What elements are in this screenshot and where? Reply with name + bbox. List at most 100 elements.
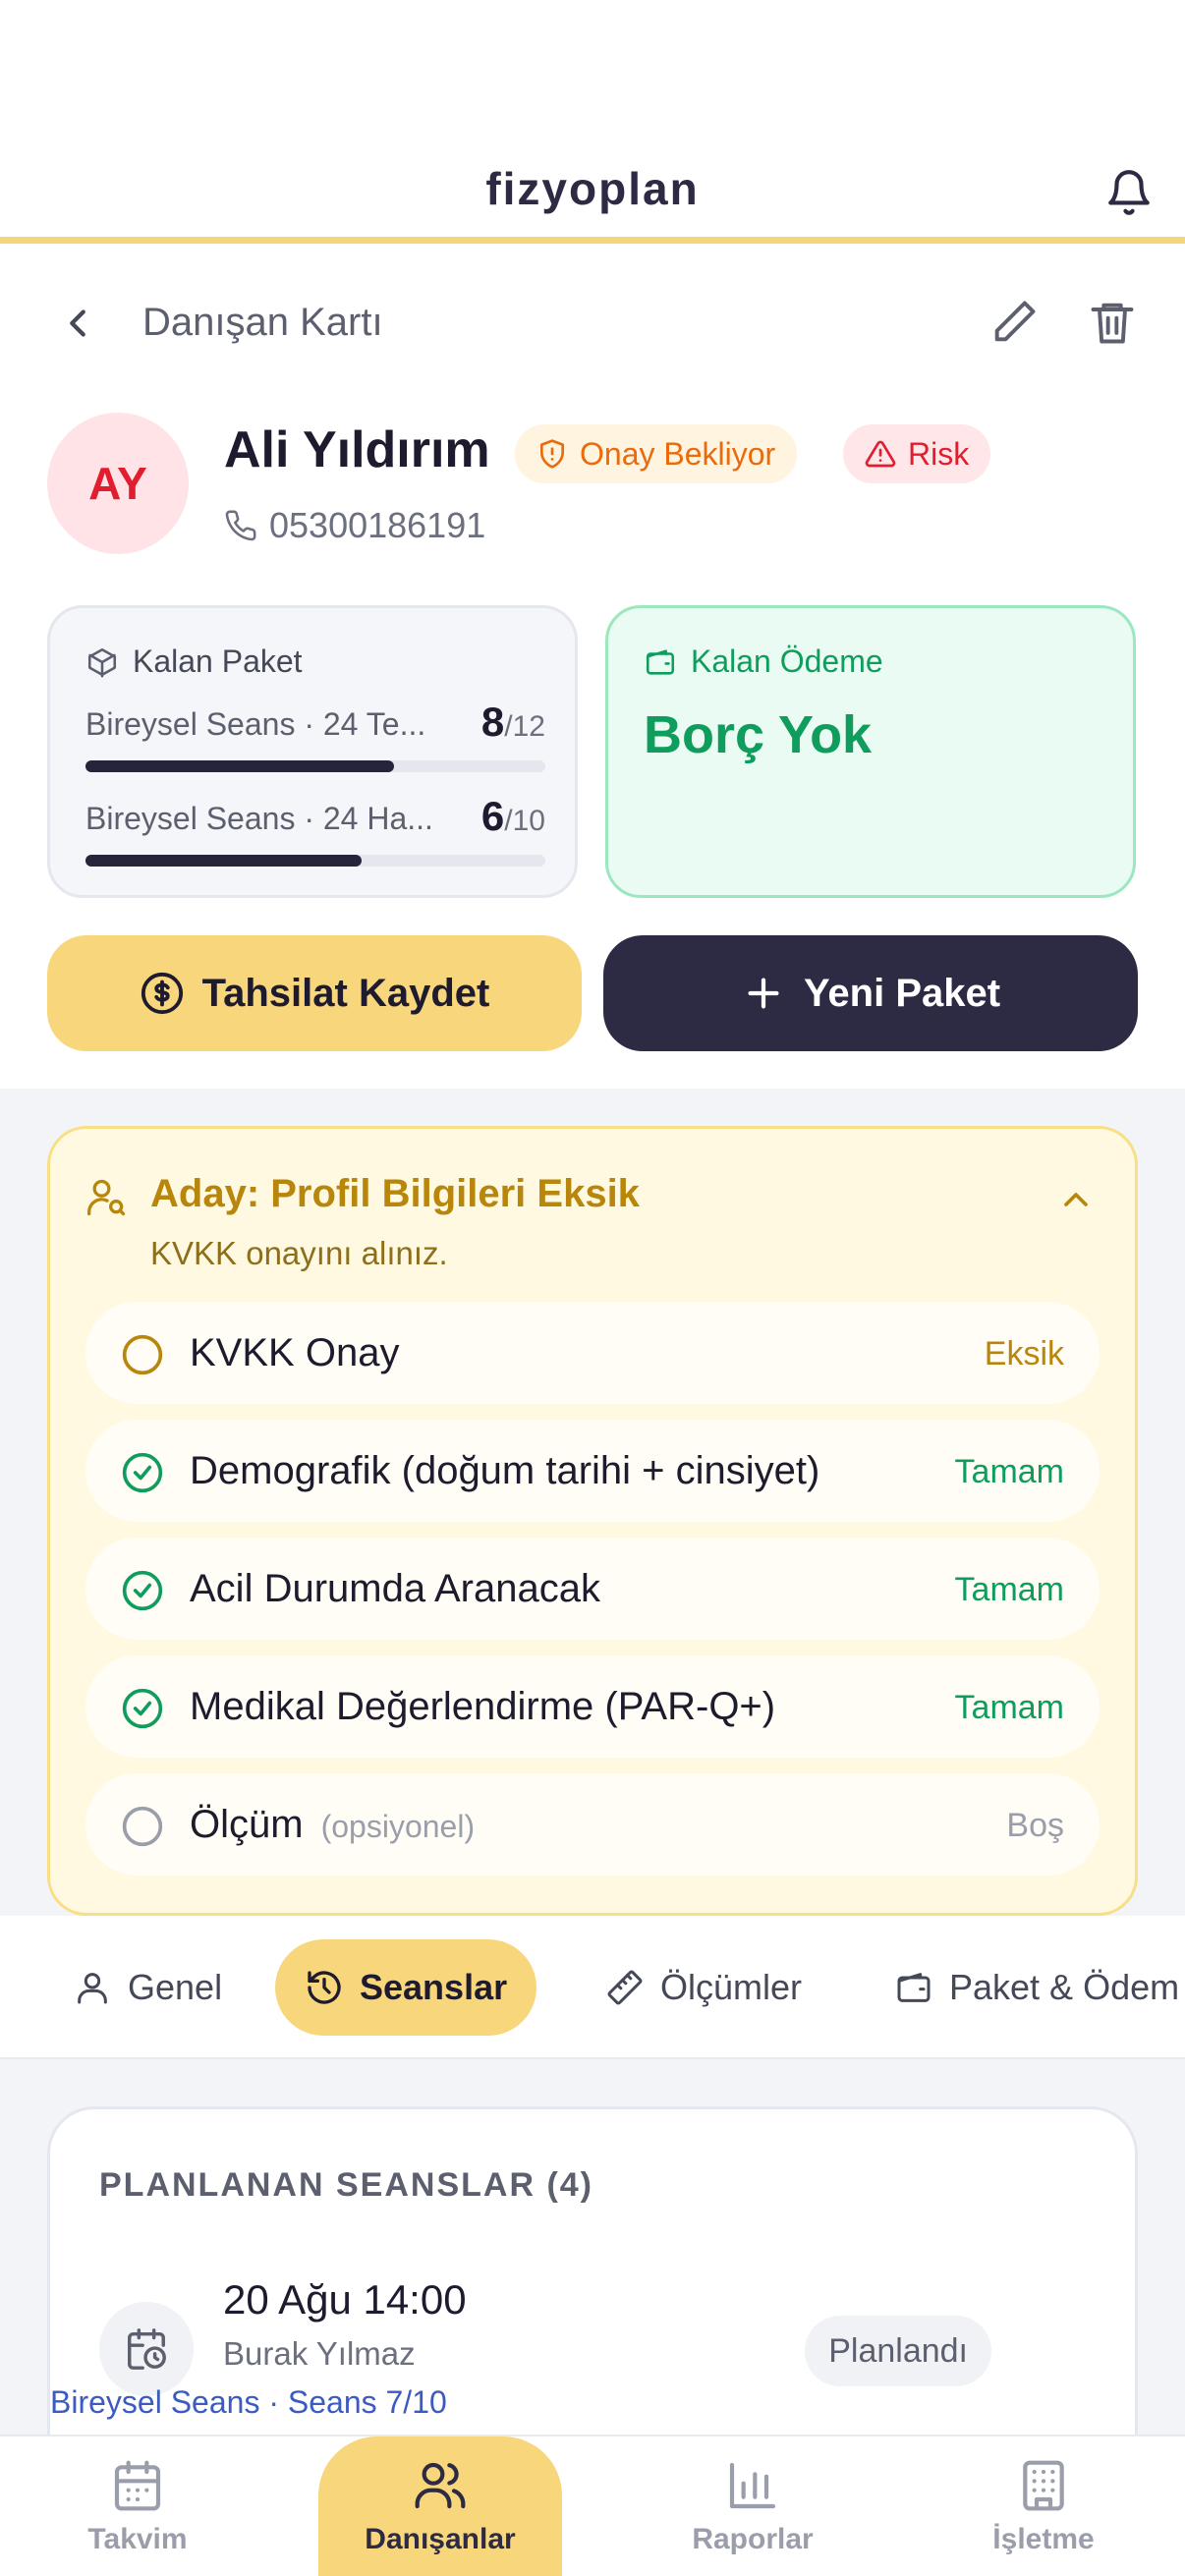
- tab-package-payment[interactable]: Paket & Ödem: [865, 1939, 1185, 2036]
- check-circle-icon: [122, 1570, 163, 1611]
- user-search-icon: [87, 1179, 126, 1216]
- check-circle-icon: [122, 1688, 163, 1729]
- session-trainer: Burak Yılmaz: [223, 2335, 416, 2372]
- session-status-badge: Planlandı: [805, 2316, 991, 2386]
- app-header: fizyoplan: [0, 0, 1185, 244]
- ruler-icon: [607, 1970, 643, 2005]
- bar-chart-icon: [729, 2462, 776, 2509]
- session-icon-wrap: [99, 2302, 194, 2396]
- checklist-status: Tamam: [954, 1453, 1064, 1490]
- checklist-label: Acil Durumda Aranacak: [190, 1567, 600, 1610]
- page-title: Danışan Kartı: [142, 301, 383, 344]
- session-date[interactable]: 20 Ağu 14:00: [223, 2276, 467, 2324]
- checklist-status: Eksik: [984, 1335, 1064, 1372]
- user-icon: [78, 1973, 107, 2004]
- package-progress-bar: [85, 855, 545, 867]
- package-count: 8/12: [480, 699, 545, 745]
- avatar: AY: [47, 413, 189, 554]
- nav-clients[interactable]: Danışanlar: [318, 2436, 562, 2576]
- record-payment-button[interactable]: Tahsilat Kaydet: [47, 935, 582, 1051]
- payment-card-header: Kalan Ödeme: [644, 644, 883, 680]
- record-payment-label: Tahsilat Kaydet: [201, 971, 490, 1015]
- checklist-item-emergency-contact[interactable]: Acil Durumda Aranacak Tamam: [85, 1538, 1100, 1640]
- chevron-up-icon[interactable]: [1056, 1180, 1096, 1219]
- checklist-item-measurement[interactable]: Ölçüm (opsiyonel) Boş: [85, 1773, 1100, 1876]
- plus-icon: [748, 978, 779, 1009]
- alert-subtitle: KVKK onayını alınız.: [150, 1235, 448, 1271]
- back-arrow-icon[interactable]: [55, 301, 100, 346]
- box-icon: [87, 647, 117, 677]
- nav-label: Raporlar: [692, 2523, 814, 2555]
- remaining-package-card[interactable]: Kalan Paket Bireysel Seans · 24 Te... 8/…: [47, 605, 578, 898]
- calendar-clock-icon: [128, 2328, 166, 2370]
- edit-icon[interactable]: [988, 297, 1040, 348]
- dollar-circle-icon: [141, 972, 183, 1015]
- phone-icon: [225, 510, 256, 541]
- wallet-icon: [646, 648, 675, 675]
- pending-approval-badge: Onay Bekliyor: [515, 424, 798, 483]
- history-icon: [308, 1971, 341, 2004]
- package-card-header: Kalan Paket: [85, 644, 303, 680]
- tab-label: Seanslar: [360, 1967, 508, 2007]
- nav-label: Danışanlar: [365, 2523, 516, 2555]
- nav-label: İşletme: [992, 2523, 1095, 2555]
- client-tabs: Genel Seanslar Ölçümler Paket & Ödem: [0, 1916, 1185, 2059]
- bottom-navigation: Takvim Danışanlar Raporlar İşletme: [0, 2435, 1185, 2576]
- package-progress-fill: [85, 760, 394, 772]
- tab-sessions[interactable]: Seanslar: [275, 1939, 537, 2036]
- package-row: Bireysel Seans · 24 Ha... 6/10: [85, 793, 545, 867]
- tab-general[interactable]: Genel: [43, 1939, 252, 2036]
- app-logo: fizyoplan: [485, 163, 700, 214]
- empty-circle-icon: [122, 1334, 163, 1375]
- title-bar: Danışan Kartı: [0, 285, 1185, 364]
- package-label: Bireysel Seans · 24 Te...: [85, 706, 426, 742]
- payment-card-title: Kalan Ödeme: [691, 644, 883, 679]
- package-card-title: Kalan Paket: [133, 644, 303, 679]
- new-package-label: Yeni Paket: [803, 971, 1001, 1015]
- users-icon: [415, 2462, 466, 2509]
- trash-icon[interactable]: [1087, 297, 1138, 348]
- shield-alert-icon: [540, 439, 564, 469]
- phone-number: 05300186191: [269, 505, 486, 545]
- tab-label: Ölçümler: [660, 1967, 803, 2007]
- bell-icon[interactable]: [1104, 165, 1154, 220]
- check-circle-icon: [122, 1452, 163, 1493]
- package-progress-fill: [85, 855, 362, 867]
- checklist-status: Tamam: [954, 1571, 1064, 1608]
- nav-reports[interactable]: Raporlar: [635, 2436, 871, 2576]
- checklist-status: Boş: [1006, 1807, 1064, 1844]
- checklist-item-demographic[interactable]: Demografik (doğum tarihi + cinsiyet) Tam…: [85, 1420, 1100, 1522]
- new-package-button[interactable]: Yeni Paket: [603, 935, 1138, 1051]
- client-phone[interactable]: 05300186191: [224, 505, 485, 546]
- tab-label: Genel: [128, 1967, 223, 2007]
- checklist-label: KVKK Onay: [190, 1331, 400, 1374]
- calendar-icon: [114, 2460, 161, 2511]
- session-package: Bireysel Seans · Seans 7/10: [50, 2384, 447, 2420]
- nav-business[interactable]: İşletme: [926, 2436, 1161, 2576]
- tab-measurements[interactable]: Ölçümler: [576, 1939, 831, 2036]
- checklist-item-kvkk[interactable]: KVKK Onay Eksik: [85, 1302, 1100, 1404]
- nav-label: Takvim: [87, 2523, 188, 2555]
- wallet-icon: [897, 1973, 931, 2002]
- package-row: Bireysel Seans · 24 Te... 8/12: [85, 699, 545, 772]
- checklist-label: Demografik (doğum tarihi + cinsiyet): [190, 1449, 820, 1492]
- checklist-label: Ölçüm (opsiyonel): [190, 1803, 476, 1846]
- package-label: Bireysel Seans · 24 Ha...: [85, 801, 433, 836]
- checklist-label: Medikal Değerlendirme (PAR-Q+): [190, 1685, 776, 1728]
- empty-circle-icon: [122, 1806, 163, 1847]
- nav-calendar[interactable]: Takvim: [20, 2436, 255, 2576]
- payment-value: Borç Yok: [644, 705, 873, 764]
- risk-label: Risk: [908, 435, 970, 472]
- remaining-payment-card[interactable]: Kalan Ödeme Borç Yok: [605, 605, 1136, 898]
- planned-sessions-title: PLANLANAN SEANSLAR (4): [99, 2166, 593, 2204]
- alert-title: Aday: Profil Bilgileri Eksik: [150, 1172, 640, 1215]
- warning-triangle-icon: [865, 440, 896, 468]
- pending-approval-label: Onay Bekliyor: [580, 435, 776, 472]
- package-progress-bar: [85, 760, 545, 772]
- client-name: Ali Yıldırım: [224, 421, 490, 478]
- checklist-item-medical[interactable]: Medikal Değerlendirme (PAR-Q+) Tamam: [85, 1655, 1100, 1758]
- tab-label: Paket & Ödem: [949, 1967, 1180, 2007]
- missing-profile-alert: Aday: Profil Bilgileri Eksik KVKK onayın…: [47, 1126, 1138, 1916]
- risk-badge: Risk: [843, 424, 991, 483]
- building-icon: [1023, 2460, 1064, 2511]
